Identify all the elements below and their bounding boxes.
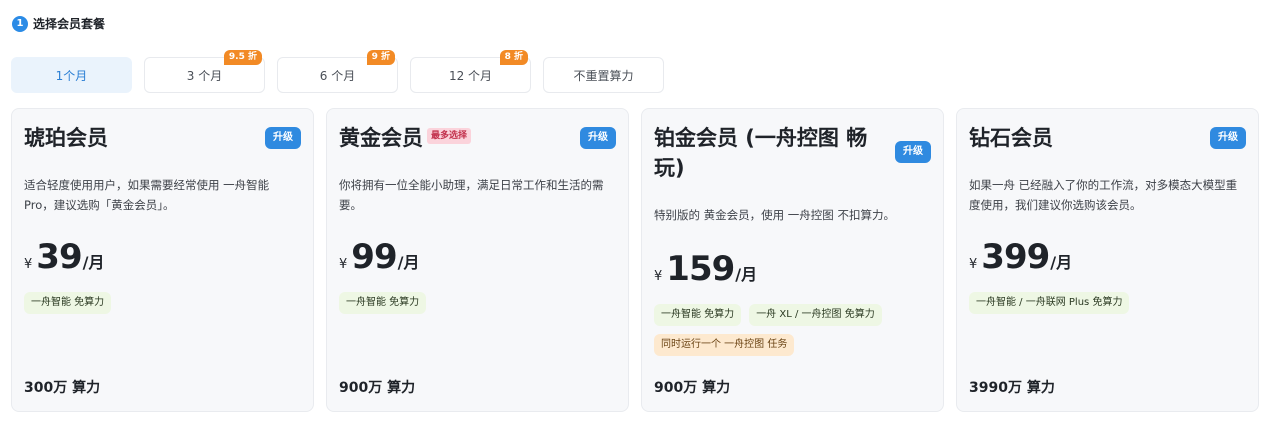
tab-label: 6 个月 xyxy=(319,68,356,83)
step-number-badge: 1 xyxy=(12,15,28,32)
discount-badge: 8 折 xyxy=(499,50,528,65)
tab-6-months[interactable]: 6 个月 9 折 xyxy=(277,50,398,93)
card-header: 琥珀会员 升级 xyxy=(24,123,301,153)
plan-cards: 琥珀会员 升级 适合轻度使用用户，如果需要经常使用 一舟智能 Pro，建议选购「… xyxy=(11,108,1259,412)
tab-12-months[interactable]: 12 个月 8 折 xyxy=(410,50,531,93)
plan-price: ¥ 159 /月 xyxy=(654,249,757,289)
feature-tag-concurrent: 同时运行一个 一舟控图 任务 xyxy=(654,334,795,356)
plan-card-amber[interactable]: 琥珀会员 升级 适合轻度使用用户，如果需要经常使用 一舟智能 Pro，建议选购「… xyxy=(11,108,314,412)
card-header: 黄金会员 最多选择 升级 xyxy=(339,123,616,153)
feature-tag: 一舟智能 免算力 xyxy=(24,292,112,314)
tab-no-reset-compute[interactable]: 不重置算力 xyxy=(543,57,664,93)
plan-card-platinum[interactable]: 铂金会员 (一舟控图 畅玩) 升级 特别版的 黄金会员，使用 一舟控图 不扣算力… xyxy=(641,108,944,412)
plan-title: 黄金会员 最多选择 xyxy=(339,123,472,153)
duration-tabs: 1个月 3 个月 9.5 折 6 个月 9 折 12 个月 8 折 不重置算力 xyxy=(11,50,664,93)
card-header: 铂金会员 (一舟控图 畅玩) 升级 xyxy=(654,123,931,183)
price-amount: 99 xyxy=(351,237,397,277)
tab-label: 1个月 xyxy=(55,68,88,83)
feature-tags: 一舟智能 免算力 xyxy=(24,292,301,314)
compute-amount: 900万 算力 xyxy=(654,380,731,396)
plan-description: 特别版的 黄金会员，使用 一舟控图 不扣算力。 xyxy=(654,208,895,222)
plan-card-diamond[interactable]: 钻石会员 升级 如果一舟 已经融入了你的工作流，对多模态大模型重度使用，我们建议… xyxy=(956,108,1259,412)
price-unit: /月 xyxy=(1050,253,1073,272)
feature-tags: 一舟智能 免算力 一舟 XL / 一舟控图 免算力 同时运行一个 一舟控图 任务 xyxy=(654,304,931,356)
compute-amount: 900万 算力 xyxy=(339,380,416,396)
feature-tag: 一舟智能 / 一舟联网 Plus 免算力 xyxy=(969,292,1130,314)
upgrade-button[interactable]: 升级 xyxy=(1210,127,1246,149)
currency-symbol: ¥ xyxy=(24,257,33,272)
price-unit: /月 xyxy=(735,265,758,284)
upgrade-button[interactable]: 升级 xyxy=(580,127,616,149)
tab-1-month[interactable]: 1个月 xyxy=(11,57,132,93)
plan-description: 如果一舟 已经融入了你的工作流，对多模态大模型重度使用，我们建议你选购该会员。 xyxy=(969,178,1238,212)
tab-3-months[interactable]: 3 个月 9.5 折 xyxy=(144,50,265,93)
upgrade-button[interactable]: 升级 xyxy=(895,141,931,163)
plan-description: 你将拥有一位全能小助理，满足日常工作和生活的需要。 xyxy=(339,178,604,212)
plan-title: 铂金会员 (一舟控图 畅玩) xyxy=(654,126,868,180)
feature-tags: 一舟智能 免算力 xyxy=(339,292,616,314)
plan-title: 钻石会员 xyxy=(969,126,1053,150)
price-amount: 39 xyxy=(36,237,82,277)
step-header: 1 选择会员套餐 xyxy=(12,15,105,32)
tab-label: 3 个月 xyxy=(186,68,223,83)
compute-amount: 300万 算力 xyxy=(24,380,101,396)
plan-description: 适合轻度使用用户，如果需要经常使用 一舟智能 Pro，建议选购「黄金会员」。 xyxy=(24,178,270,212)
plan-price: ¥ 399 /月 xyxy=(969,237,1072,277)
most-chosen-badge: 最多选择 xyxy=(427,128,472,144)
currency-symbol: ¥ xyxy=(339,257,348,272)
plan-price: ¥ 39 /月 xyxy=(24,237,104,277)
feature-tags: 一舟智能 / 一舟联网 Plus 免算力 xyxy=(969,292,1246,314)
feature-tag: 一舟智能 免算力 xyxy=(339,292,427,314)
plan-price: ¥ 99 /月 xyxy=(339,237,419,277)
price-unit: /月 xyxy=(397,253,420,272)
card-header: 钻石会员 升级 xyxy=(969,123,1246,153)
compute-amount: 3990万 算力 xyxy=(969,380,1055,396)
feature-tag: 一舟 XL / 一舟控图 免算力 xyxy=(749,304,882,326)
price-amount: 159 xyxy=(666,249,735,289)
price-amount: 399 xyxy=(981,237,1050,277)
currency-symbol: ¥ xyxy=(654,269,663,284)
upgrade-button[interactable]: 升级 xyxy=(265,127,301,149)
currency-symbol: ¥ xyxy=(969,257,978,272)
discount-badge: 9.5 折 xyxy=(223,50,262,65)
plan-title-text: 黄金会员 xyxy=(339,126,423,150)
price-unit: /月 xyxy=(82,253,105,272)
plan-title: 琥珀会员 xyxy=(24,126,108,150)
feature-tag: 一舟智能 免算力 xyxy=(654,304,742,326)
tab-label: 12 个月 xyxy=(448,68,493,83)
plan-card-gold[interactable]: 黄金会员 最多选择 升级 你将拥有一位全能小助理，满足日常工作和生活的需要。 ¥ … xyxy=(326,108,629,412)
step-title: 选择会员套餐 xyxy=(33,17,106,31)
discount-badge: 9 折 xyxy=(366,50,395,65)
tab-label: 不重置算力 xyxy=(573,68,634,83)
